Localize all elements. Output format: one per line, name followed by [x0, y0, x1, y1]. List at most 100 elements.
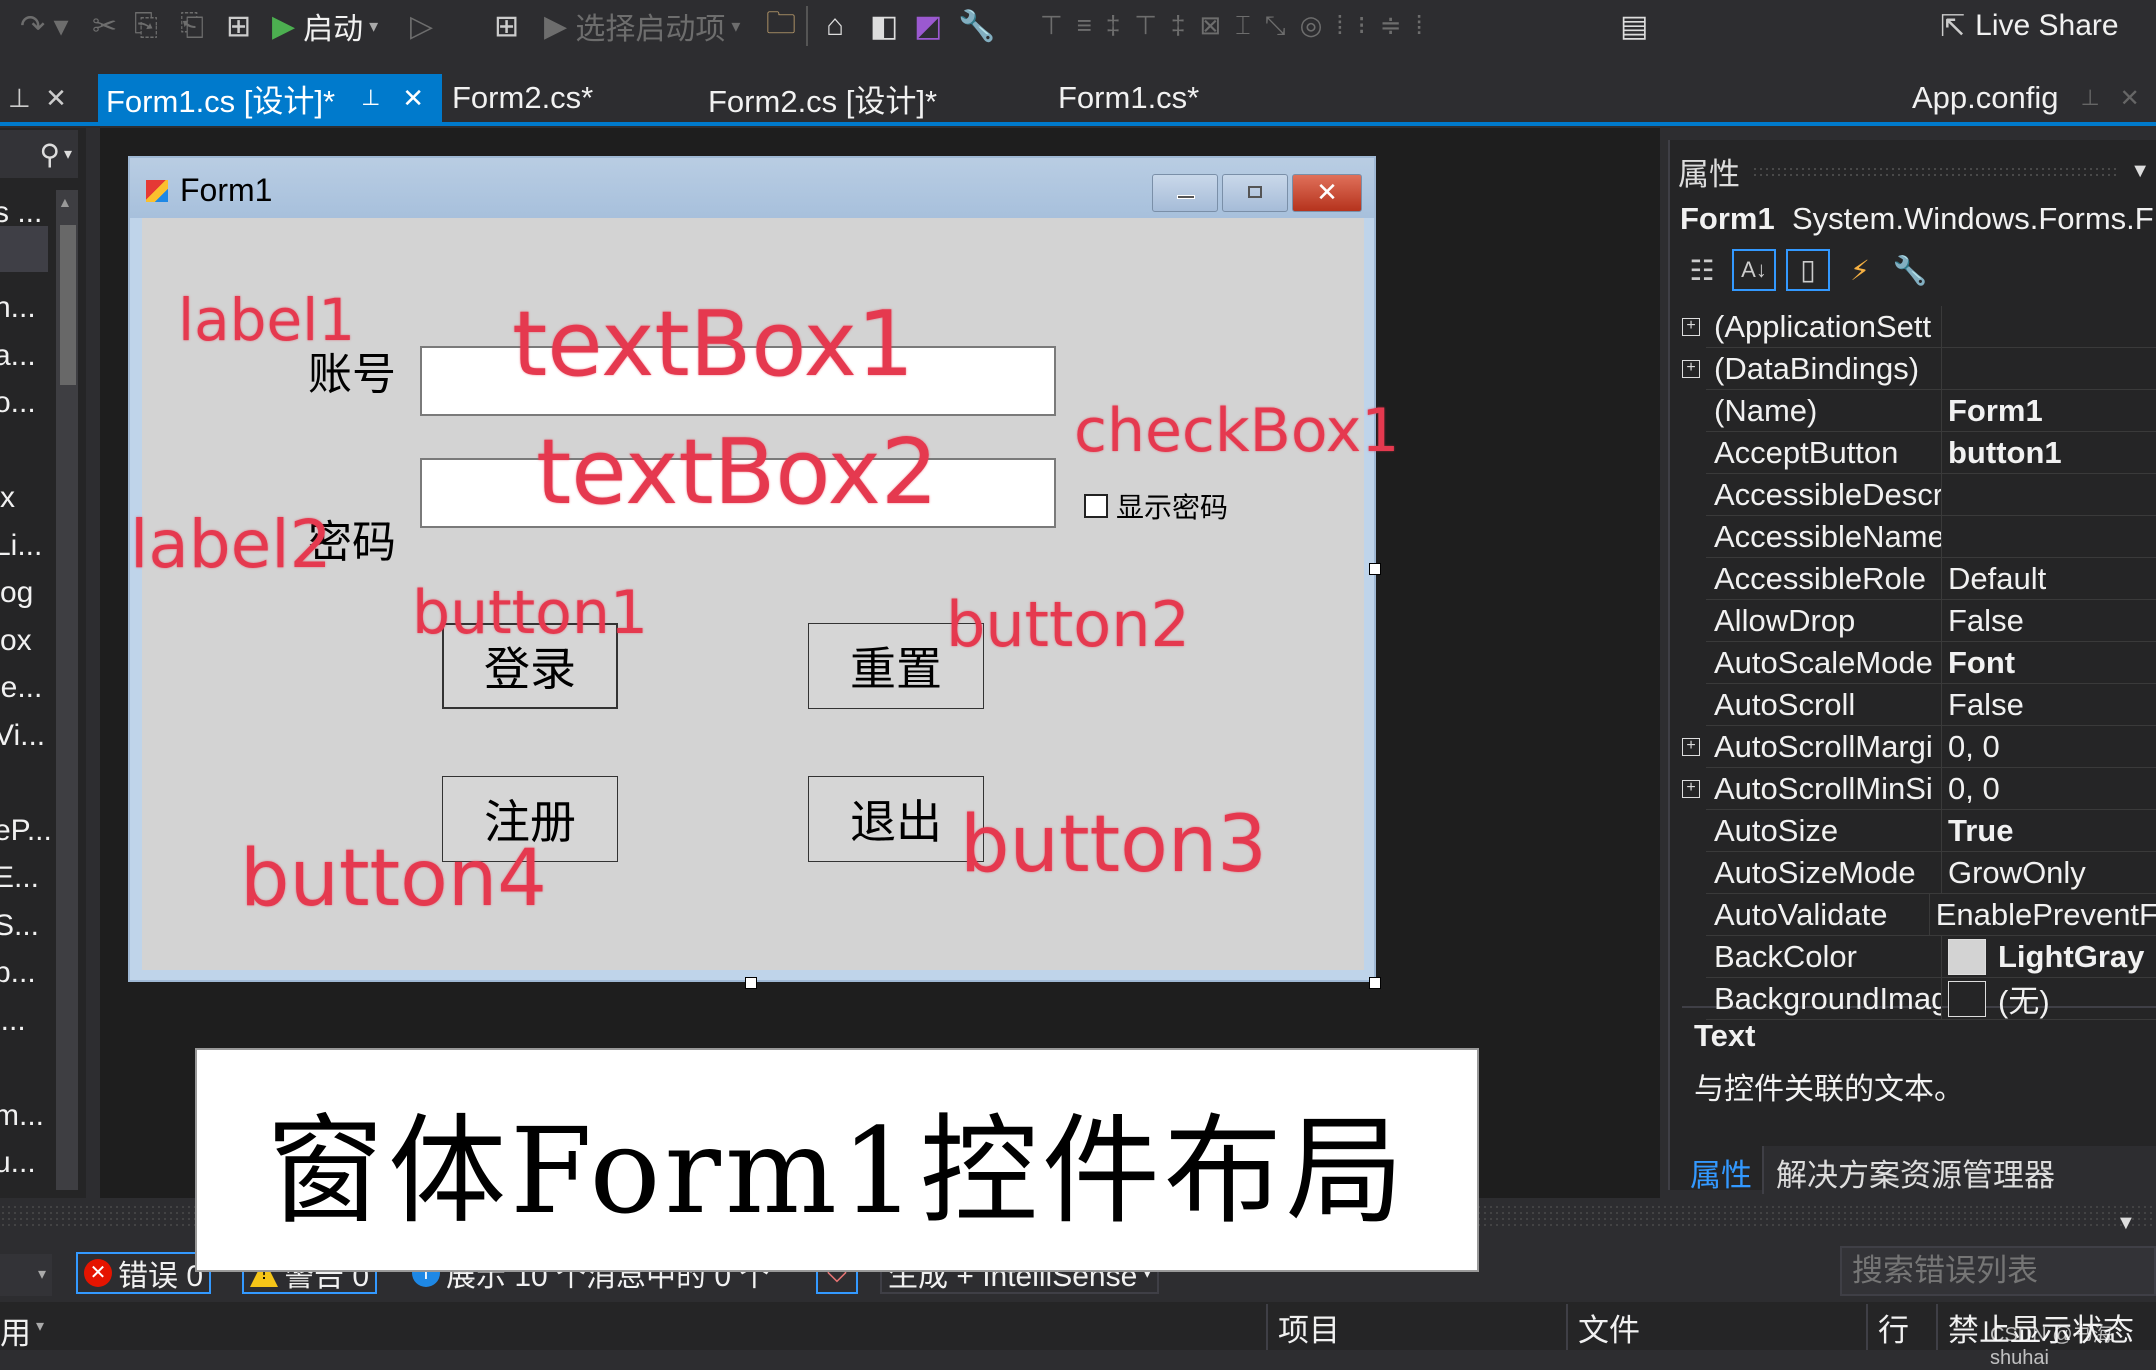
- property-row[interactable]: AcceptButton button1: [1706, 432, 2156, 474]
- tab-form2-code[interactable]: Form2.cs*: [444, 74, 593, 122]
- start-button[interactable]: ▶ 启动 ▾: [272, 10, 378, 47]
- alphabetical-sort-icon[interactable]: A↓: [1732, 249, 1776, 291]
- toolbox-item[interactable]: a...: [0, 339, 36, 373]
- toolbox-item[interactable]: i...: [0, 1004, 26, 1038]
- tab-form2-design[interactable]: Form2.cs [设计]*: [700, 74, 937, 122]
- toolbox-item[interactable]: og: [0, 576, 33, 610]
- toolbox-item[interactable]: le...: [0, 671, 42, 705]
- resize-handle-right[interactable]: [1369, 563, 1381, 575]
- toolbox-item[interactable]: E...: [0, 861, 39, 895]
- toolbox-scroll-thumb[interactable]: [60, 225, 76, 385]
- property-value[interactable]: GrowOnly: [1942, 855, 2086, 891]
- toolbox-item[interactable]: m...: [0, 1099, 44, 1133]
- error-list-search[interactable]: [1840, 1246, 2156, 1296]
- property-value[interactable]: 0, 0: [1942, 771, 2000, 807]
- property-row[interactable]: + (ApplicationSett: [1682, 306, 2156, 348]
- layout-icon[interactable]: ◧: [870, 10, 898, 43]
- scroll-up-icon[interactable]: ▲: [58, 194, 72, 210]
- resize-handle-bottom[interactable]: [745, 977, 757, 989]
- live-share-button[interactable]: ⇱ Live Share: [1940, 9, 2119, 43]
- minimize-button[interactable]: [1152, 174, 1218, 212]
- scope-dropdown[interactable]: ▾: [0, 1254, 52, 1296]
- column-project[interactable]: 项目: [1266, 1304, 1340, 1350]
- property-value[interactable]: Font: [1942, 645, 2015, 681]
- property-row[interactable]: BackColor LightGray: [1706, 936, 2156, 978]
- property-value[interactable]: True: [1942, 813, 2013, 849]
- toolbox-item[interactable]: s ...: [0, 196, 42, 230]
- property-row[interactable]: (Name) Form1: [1706, 390, 2156, 432]
- categorized-icon[interactable]: ☷: [1682, 254, 1722, 287]
- pin-icon[interactable]: ⊥: [361, 85, 380, 111]
- column-line[interactable]: 行: [1866, 1304, 1909, 1350]
- property-row[interactable]: AccessibleName: [1706, 516, 2156, 558]
- object-selector[interactable]: Form1 System.Windows.Forms.F: [1680, 196, 2156, 242]
- property-row[interactable]: AutoSize True: [1706, 810, 2156, 852]
- toolbox-item[interactable]: p...: [0, 956, 36, 990]
- property-row[interactable]: AccessibleDescr: [1706, 474, 2156, 516]
- startup-item-dropdown[interactable]: ▶ 选择启动项 ▾: [544, 10, 740, 47]
- close-icon[interactable]: ✕: [2120, 84, 2140, 113]
- toolbox-item[interactable]: S...: [0, 909, 39, 943]
- expand-icon[interactable]: +: [1682, 737, 1700, 756]
- property-value[interactable]: False: [1942, 687, 2024, 723]
- toolbox-selected-row[interactable]: [0, 226, 48, 272]
- toolbox-item[interactable]: ox: [0, 624, 32, 658]
- property-row[interactable]: AllowDrop False: [1706, 600, 2156, 642]
- paste-icon[interactable]: ⎗: [180, 9, 204, 42]
- properties-page-icon[interactable]: ▯: [1786, 249, 1830, 291]
- property-row[interactable]: AccessibleRole Default: [1706, 558, 2156, 600]
- home-icon[interactable]: ⌂: [826, 9, 844, 42]
- tab-app-config[interactable]: App.config ⊥ ✕: [1904, 74, 2140, 122]
- toolbox-item[interactable]: n...: [0, 291, 36, 325]
- property-row[interactable]: AutoScroll False: [1706, 684, 2156, 726]
- property-value[interactable]: (无): [1942, 976, 2050, 1021]
- property-row[interactable]: AutoScaleMode Font: [1706, 642, 2156, 684]
- vs-window-icon[interactable]: ◩: [914, 10, 942, 43]
- property-value[interactable]: button1: [1942, 435, 2062, 471]
- find-folder-icon[interactable]: 🗀: [766, 7, 796, 42]
- toolbox-item[interactable]: o...: [0, 386, 36, 420]
- splitter[interactable]: [86, 128, 100, 1198]
- property-value[interactable]: Form1: [1942, 393, 2043, 429]
- close-icon[interactable]: ✕: [45, 83, 67, 114]
- expand-icon[interactable]: +: [1682, 359, 1700, 378]
- events-lightning-icon[interactable]: ⚡: [1840, 254, 1880, 287]
- close-button[interactable]: ✕: [1292, 174, 1362, 212]
- resize-handle-corner[interactable]: [1369, 977, 1381, 989]
- close-icon[interactable]: ✕: [402, 83, 424, 114]
- checkbox-box[interactable]: [1084, 494, 1108, 518]
- toolbox-search[interactable]: ⚲ ▾: [0, 130, 78, 178]
- chevron-down-icon[interactable]: ▼: [2130, 160, 2150, 183]
- property-value[interactable]: LightGray: [1942, 938, 2144, 975]
- tab-properties[interactable]: 属性: [1680, 1146, 1764, 1194]
- property-value[interactable]: EnablePreventF: [1930, 897, 2156, 933]
- play-outline-icon[interactable]: ▷: [410, 10, 433, 43]
- property-row[interactable]: + AutoScrollMinSi 0, 0: [1682, 768, 2156, 810]
- tab-solution-explorer[interactable]: 解决方案资源管理器: [1764, 1146, 2156, 1194]
- pin-icon[interactable]: ⊥: [2081, 85, 2100, 111]
- tab-form1-design[interactable]: Form1.cs [设计]* ⊥ ✕: [98, 74, 442, 122]
- chevron-down-icon[interactable]: ▾: [36, 1316, 44, 1336]
- property-value[interactable]: False: [1942, 603, 2024, 639]
- copy-icon[interactable]: ⎘: [134, 9, 158, 42]
- toolbox-item[interactable]: x: [0, 481, 15, 515]
- button3-exit[interactable]: 退出: [808, 776, 984, 862]
- chevron-down-icon[interactable]: ▼: [2116, 1212, 2136, 1235]
- property-value[interactable]: 0, 0: [1942, 729, 2000, 765]
- toolbox-item[interactable]: u...: [0, 1146, 36, 1180]
- wrench-icon[interactable]: 🔧: [958, 10, 995, 43]
- drag-grip[interactable]: [1752, 166, 2119, 176]
- expand-icon[interactable]: +: [1682, 779, 1700, 798]
- property-value[interactable]: Default: [1942, 561, 2046, 597]
- column-file[interactable]: 文件: [1566, 1304, 1640, 1350]
- toolbox-item[interactable]: Li...: [0, 529, 42, 563]
- class-view-icon-2[interactable]: ⊞: [494, 10, 519, 43]
- expand-icon[interactable]: +: [1682, 317, 1700, 336]
- property-row[interactable]: + AutoScrollMargi 0, 0: [1682, 726, 2156, 768]
- redo-icon[interactable]: ↷ ▾: [20, 10, 69, 43]
- property-row[interactable]: AutoValidate EnablePreventF: [1706, 894, 2156, 936]
- format-icon[interactable]: ▤: [1620, 10, 1648, 43]
- toolbox-item[interactable]: Vi...: [0, 719, 45, 753]
- property-row[interactable]: + (DataBindings): [1682, 348, 2156, 390]
- pin-icon[interactable]: ⊥: [8, 83, 31, 114]
